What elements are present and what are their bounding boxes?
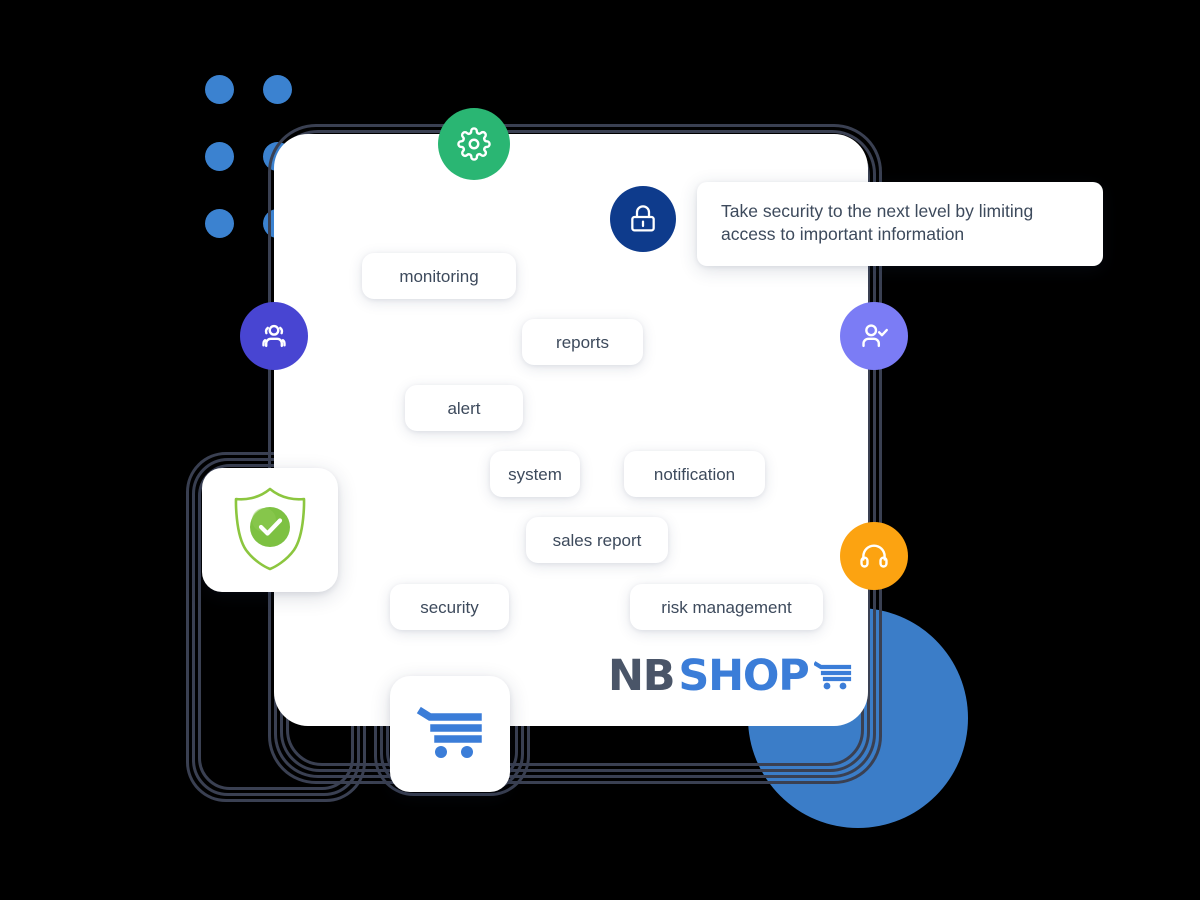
decorative-dot	[205, 75, 234, 104]
cart-icon	[812, 659, 852, 696]
nbshop-logo: NB SHOP	[608, 655, 852, 698]
verified-user-badge[interactable]	[840, 302, 908, 370]
decorative-dot	[205, 142, 234, 171]
users-group-badge[interactable]	[240, 302, 308, 370]
tag-chip[interactable]: alert	[405, 385, 523, 431]
tag-chip[interactable]: system	[490, 451, 580, 497]
tag-chip[interactable]: monitoring	[362, 253, 516, 299]
logo-text-primary: NB	[608, 651, 676, 701]
security-lock-badge[interactable]	[610, 186, 676, 252]
shopping-cart-card[interactable]	[390, 676, 510, 792]
decorative-dot	[263, 75, 292, 104]
lock-icon	[627, 203, 659, 235]
security-tooltip-text: Take security to the next level by limit…	[721, 201, 1034, 245]
user-check-icon	[857, 319, 891, 353]
gear-icon	[457, 127, 491, 161]
users-icon	[257, 319, 291, 353]
shield-check-icon	[226, 482, 314, 579]
tag-chip[interactable]: sales report	[526, 517, 668, 563]
settings-gear-badge[interactable]	[438, 108, 510, 180]
security-tooltip: Take security to the next level by limit…	[697, 182, 1103, 266]
logo-text-secondary: SHOP	[678, 651, 809, 701]
tag-chip[interactable]: reports	[522, 319, 643, 365]
decorative-dot	[205, 209, 234, 238]
support-headset-badge[interactable]	[840, 522, 908, 590]
shopping-cart-icon	[416, 704, 484, 765]
tag-chip[interactable]: risk management	[630, 584, 823, 630]
illustration-stage: monitoring reports alert system notification…	[0, 0, 1200, 900]
headset-icon	[857, 539, 891, 573]
shield-check-card[interactable]	[202, 468, 338, 592]
tag-chip[interactable]: notification	[624, 451, 765, 497]
tag-chip[interactable]: security	[390, 584, 509, 630]
